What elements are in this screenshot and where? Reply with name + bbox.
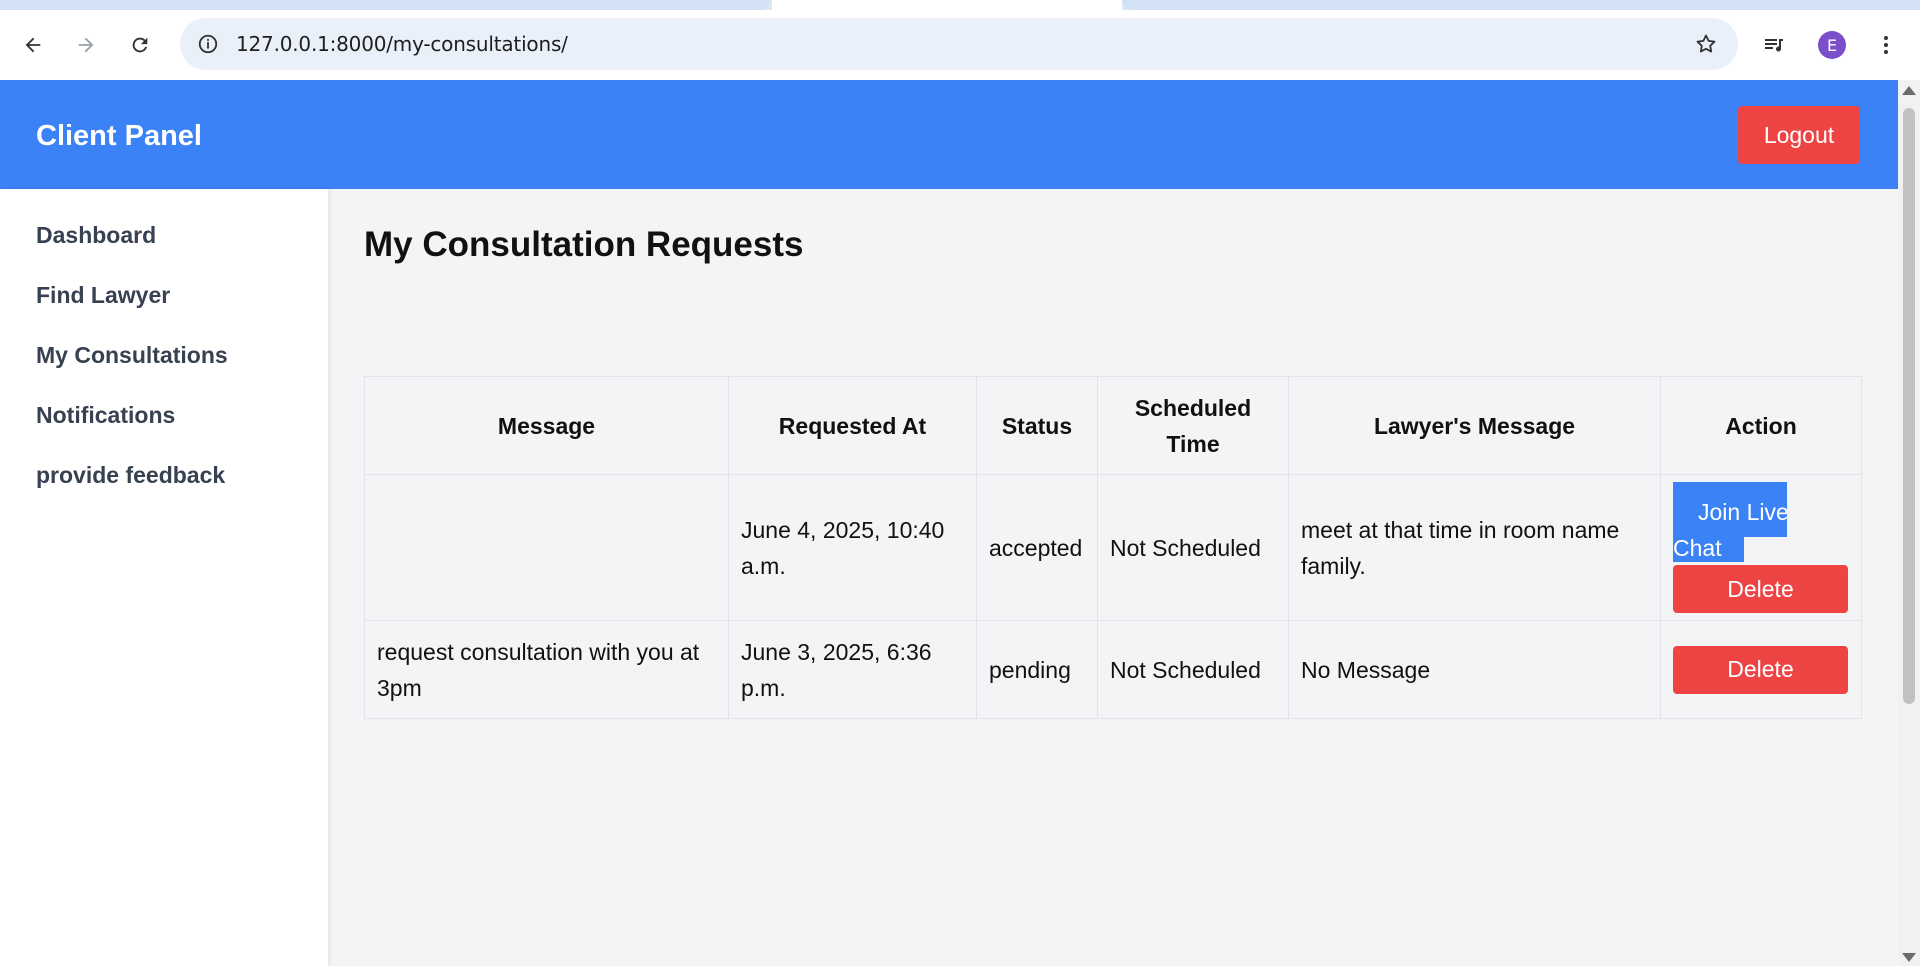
more-vert-icon bbox=[1884, 36, 1888, 54]
sidebar: Dashboard Find Lawyer My Consultations N… bbox=[0, 189, 328, 966]
arrow-right-icon bbox=[78, 37, 94, 53]
sidebar-item-provide-feedback[interactable]: provide feedback bbox=[36, 462, 225, 489]
browser-tab[interactable] bbox=[0, 0, 770, 10]
column-header-message: Message bbox=[364, 376, 729, 475]
cell-lawyers-message: meet at that time in room name family. bbox=[1288, 474, 1661, 621]
cell-lawyers-message: No Message bbox=[1288, 620, 1661, 719]
browser-toolbar: 127.0.0.1:8000/my-consultations/ E bbox=[0, 10, 1920, 80]
back-button[interactable] bbox=[14, 26, 52, 64]
table-row: June 4, 2025, 10:40 a.m. accepted Not Sc… bbox=[364, 474, 1862, 621]
column-header-requested-at: Requested At bbox=[728, 376, 977, 475]
forward-button[interactable] bbox=[67, 26, 105, 64]
top-header: Client Panel Logout bbox=[0, 80, 1898, 189]
avatar: E bbox=[1818, 31, 1846, 59]
consultations-table: Message Requested At Status Scheduled Ti… bbox=[364, 376, 1862, 719]
cell-action: Delete bbox=[1660, 620, 1862, 719]
table-header-row: Message Requested At Status Scheduled Ti… bbox=[364, 376, 1862, 475]
column-header-scheduled-time: Scheduled Time bbox=[1097, 376, 1289, 475]
browser-tab-strip bbox=[0, 0, 1920, 10]
column-header-lawyers-message: Lawyer's Message bbox=[1288, 376, 1661, 475]
cell-scheduled-time: Not Scheduled bbox=[1097, 474, 1289, 621]
join-label-line-1: Join Live bbox=[1698, 499, 1789, 525]
url-text[interactable]: 127.0.0.1:8000/my-consultations/ bbox=[236, 18, 568, 70]
status-badge: accepted bbox=[976, 474, 1098, 621]
cell-action: Join Live Chat Delete bbox=[1660, 474, 1862, 621]
browser-tab-active[interactable] bbox=[772, 0, 1122, 10]
scroll-down-icon[interactable] bbox=[1902, 953, 1916, 962]
browser-menu-button[interactable] bbox=[1867, 26, 1905, 64]
sidebar-item-find-lawyer[interactable]: Find Lawyer bbox=[36, 282, 170, 309]
table-row: request consultation with you at 3pm Jun… bbox=[364, 620, 1862, 719]
bookmark-star-icon[interactable] bbox=[1692, 30, 1720, 58]
page-scrollbar[interactable] bbox=[1898, 80, 1920, 966]
column-header-status: Status bbox=[976, 376, 1098, 475]
sidebar-item-my-consultations[interactable]: My Consultations bbox=[36, 342, 228, 369]
delete-button[interactable]: Delete bbox=[1673, 565, 1848, 613]
cell-requested-at: June 4, 2025, 10:40 a.m. bbox=[728, 474, 977, 621]
media-controls-button[interactable] bbox=[1755, 26, 1793, 64]
arrow-left-icon bbox=[25, 37, 41, 53]
logout-button[interactable]: Logout bbox=[1738, 106, 1860, 164]
playlist-icon bbox=[1765, 39, 1783, 52]
scroll-up-icon[interactable] bbox=[1902, 86, 1916, 95]
cell-message: request consultation with you at 3pm bbox=[364, 620, 729, 719]
join-label-line-2: Chat bbox=[1673, 530, 1744, 562]
cell-scheduled-time: Not Scheduled bbox=[1097, 620, 1289, 719]
cell-message bbox=[364, 474, 729, 621]
delete-button[interactable]: Delete bbox=[1673, 645, 1848, 694]
status-badge: pending bbox=[976, 620, 1098, 719]
page: Client Panel Logout Dashboard Find Lawye… bbox=[0, 80, 1898, 966]
site-info-icon[interactable] bbox=[194, 30, 222, 58]
brand-title: Client Panel bbox=[36, 120, 202, 152]
page-title: My Consultation Requests bbox=[364, 225, 804, 264]
join-live-chat-button[interactable]: Join Live Chat bbox=[1673, 482, 1789, 562]
reload-button[interactable] bbox=[121, 26, 159, 64]
scroll-thumb[interactable] bbox=[1903, 108, 1915, 704]
cell-requested-at: June 3, 2025, 6:36 p.m. bbox=[728, 620, 977, 719]
reload-icon bbox=[132, 37, 148, 53]
address-bar[interactable]: 127.0.0.1:8000/my-consultations/ bbox=[180, 18, 1738, 70]
profile-button[interactable]: E bbox=[1813, 26, 1851, 64]
sidebar-item-dashboard[interactable]: Dashboard bbox=[36, 222, 156, 249]
sidebar-item-notifications[interactable]: Notifications bbox=[36, 402, 175, 429]
column-header-action: Action bbox=[1660, 376, 1862, 475]
browser-tab[interactable] bbox=[1122, 0, 1920, 10]
